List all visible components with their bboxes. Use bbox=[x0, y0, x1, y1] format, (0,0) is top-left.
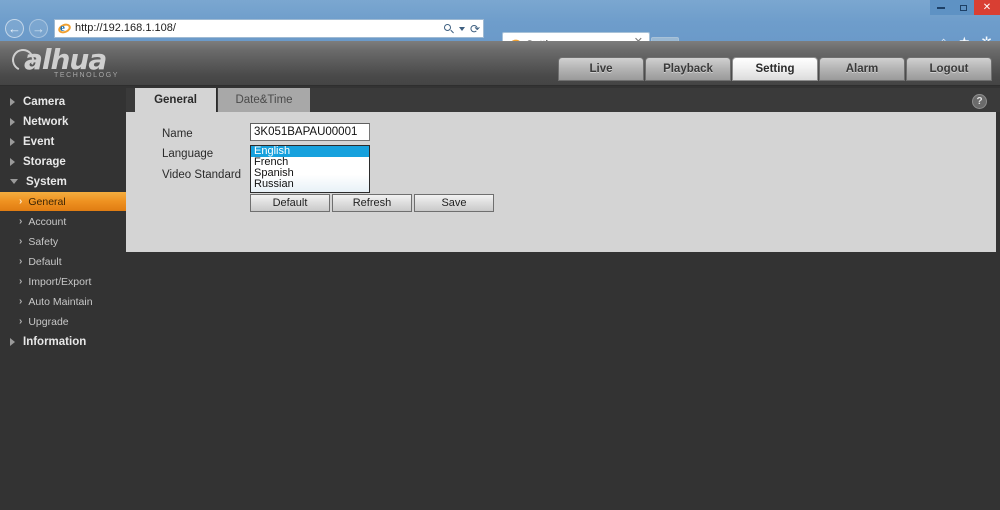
sidebar-item-import-export[interactable]: › Import/Export bbox=[0, 272, 126, 291]
language-dropdown-list[interactable]: English French Spanish Russian bbox=[250, 145, 370, 193]
sidebar-item-label: Upgrade bbox=[28, 315, 69, 328]
sidebar: Camera Network Event Storage System › Ge… bbox=[0, 88, 126, 508]
sidebar-item-label: System bbox=[26, 175, 67, 188]
main-nav: Live Playback Setting Alarm Logout bbox=[558, 57, 992, 81]
minimize-icon bbox=[937, 6, 945, 9]
triangle-right-icon bbox=[10, 157, 15, 166]
sidebar-item-safety[interactable]: › Safety bbox=[0, 232, 126, 251]
back-button[interactable]: ← bbox=[5, 18, 24, 38]
search-icon[interactable] bbox=[443, 23, 454, 35]
dahua-logo: alhua TECHNOLOGY bbox=[8, 43, 200, 82]
name-label: Name bbox=[162, 128, 193, 140]
sidebar-item-label: Default bbox=[28, 255, 62, 268]
tab-label: General bbox=[154, 94, 197, 106]
name-input-value: 3K051BAPAU00001 bbox=[254, 126, 358, 138]
form-button-row: Default Refresh Save bbox=[250, 194, 494, 212]
restore-button[interactable] bbox=[952, 0, 974, 15]
chevron-right-icon: › bbox=[19, 315, 23, 327]
forward-button[interactable]: → bbox=[29, 18, 48, 38]
triangle-right-icon bbox=[10, 137, 15, 146]
sidebar-item-label: Information bbox=[23, 335, 87, 348]
tab-general[interactable]: General bbox=[135, 88, 217, 112]
nav-tab-playback[interactable]: Playback bbox=[645, 57, 731, 81]
forward-arrow-icon: → bbox=[32, 20, 45, 36]
back-arrow-icon: ← bbox=[8, 20, 21, 36]
help-question-mark: ? bbox=[976, 95, 983, 107]
chevron-right-icon: › bbox=[19, 295, 23, 307]
nav-tab-label: Logout bbox=[929, 63, 969, 75]
sidebar-item-default[interactable]: › Default bbox=[0, 252, 126, 271]
button-label: Refresh bbox=[352, 197, 392, 209]
chevron-right-icon: › bbox=[19, 215, 23, 227]
browser-nav-row: ← → e http://192.168.1.108/ ⟳ e bbox=[0, 15, 1000, 56]
triangle-right-icon bbox=[10, 337, 15, 346]
nav-tab-label: Playback bbox=[663, 63, 713, 75]
logo-tagline: TECHNOLOGY bbox=[54, 72, 120, 79]
sidebar-item-storage[interactable]: Storage bbox=[0, 152, 126, 171]
video-standard-label: Video Standard bbox=[162, 169, 242, 181]
sidebar-item-label: General bbox=[28, 195, 66, 208]
sidebar-item-general[interactable]: › General bbox=[0, 192, 126, 211]
refresh-button[interactable]: Refresh bbox=[332, 194, 412, 212]
sidebar-item-label: Import/Export bbox=[28, 275, 92, 288]
browser-chrome: ✕ ← → e http://192.168.1.108/ ⟳ bbox=[0, 0, 1000, 56]
content-tabbar: General Date&Time bbox=[126, 88, 1000, 112]
sidebar-item-system[interactable]: System bbox=[0, 172, 126, 191]
close-icon: ✕ bbox=[982, 1, 992, 13]
close-button[interactable]: ✕ bbox=[974, 0, 1000, 15]
tab-date-time[interactable]: Date&Time bbox=[218, 88, 310, 112]
minimize-button[interactable] bbox=[930, 0, 952, 15]
nav-tab-label: Live bbox=[589, 63, 613, 75]
sidebar-item-upgrade[interactable]: › Upgrade bbox=[0, 312, 126, 331]
language-option-russian[interactable]: Russian bbox=[251, 179, 369, 190]
browser-titlebar[interactable]: ✕ bbox=[0, 0, 1000, 15]
window-controls: ✕ bbox=[930, 0, 1000, 15]
sidebar-item-account[interactable]: › Account bbox=[0, 212, 126, 231]
nav-tab-label: Setting bbox=[755, 63, 795, 75]
nav-tab-setting[interactable]: Setting bbox=[732, 57, 818, 81]
button-label: Default bbox=[272, 197, 308, 209]
nav-tab-alarm[interactable]: Alarm bbox=[819, 57, 905, 81]
sidebar-item-auto-maintain[interactable]: › Auto Maintain bbox=[0, 292, 126, 311]
triangle-down-icon bbox=[10, 179, 18, 184]
address-bar[interactable]: e http://192.168.1.108/ ⟳ bbox=[54, 18, 484, 39]
chevron-right-icon: › bbox=[19, 195, 23, 207]
button-label: Save bbox=[441, 197, 467, 209]
sidebar-item-label: Safety bbox=[28, 235, 59, 248]
tab-label: Date&Time bbox=[235, 94, 293, 106]
nav-tab-live[interactable]: Live bbox=[558, 57, 644, 81]
sidebar-item-label: Account bbox=[28, 215, 67, 228]
nav-tab-label: Alarm bbox=[845, 63, 879, 75]
nav-tab-logout[interactable]: Logout bbox=[906, 57, 992, 81]
triangle-right-icon bbox=[10, 117, 15, 126]
triangle-right-icon bbox=[10, 97, 15, 106]
url-text: http://192.168.1.108/ bbox=[75, 22, 176, 34]
save-button[interactable]: Save bbox=[414, 194, 494, 212]
sidebar-item-camera[interactable]: Camera bbox=[0, 92, 126, 111]
address-bar-icons: ⟳ bbox=[443, 20, 480, 39]
sidebar-item-label: Event bbox=[23, 135, 55, 148]
chevron-right-icon: › bbox=[19, 275, 23, 287]
sidebar-item-label: Camera bbox=[23, 95, 66, 108]
sidebar-item-event[interactable]: Event bbox=[0, 132, 126, 151]
sidebar-item-label: Network bbox=[23, 115, 69, 128]
sidebar-item-label: Auto Maintain bbox=[28, 295, 93, 308]
name-input[interactable]: 3K051BAPAU00001 bbox=[250, 123, 370, 141]
option-label: Russian bbox=[254, 178, 294, 190]
language-label: Language bbox=[162, 148, 214, 160]
restore-icon bbox=[959, 4, 967, 11]
sidebar-item-network[interactable]: Network bbox=[0, 112, 126, 131]
help-icon[interactable]: ? bbox=[972, 94, 987, 109]
chevron-right-icon: › bbox=[19, 255, 23, 267]
internet-explorer-icon: e bbox=[56, 21, 73, 35]
refresh-icon[interactable]: ⟳ bbox=[470, 22, 480, 36]
sidebar-item-information[interactable]: Information bbox=[0, 332, 126, 351]
default-button[interactable]: Default bbox=[250, 194, 330, 212]
chevron-down-icon[interactable] bbox=[458, 27, 465, 31]
sidebar-item-label: Storage bbox=[23, 155, 66, 168]
chevron-right-icon: › bbox=[19, 235, 23, 247]
settings-panel: ? Name Language Video Standard 3K051BAPA… bbox=[126, 94, 996, 252]
logo-wordmark: alhua bbox=[24, 43, 107, 76]
